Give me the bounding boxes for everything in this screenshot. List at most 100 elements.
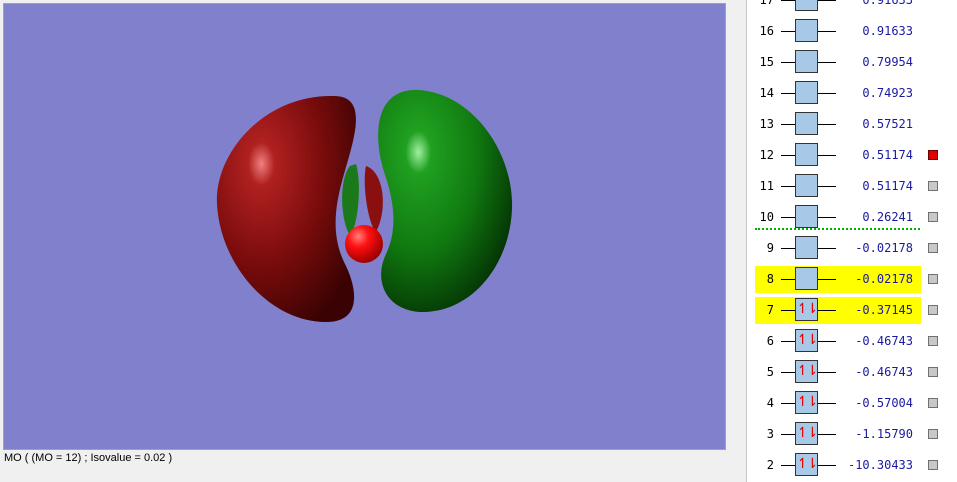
mo-row[interactable]: 12 0.51174 bbox=[747, 141, 957, 172]
green-lobe bbox=[378, 89, 513, 313]
mo-level-line-left bbox=[781, 93, 795, 94]
electron-pair-icon: ↿⇂ bbox=[796, 456, 819, 472]
mo-index: 8 bbox=[766, 272, 774, 286]
mo-select-checkbox[interactable] bbox=[928, 181, 938, 191]
mo-row[interactable]: 11 0.51174 bbox=[747, 172, 957, 203]
mo-select-checkbox[interactable] bbox=[928, 460, 938, 470]
mo-select-checkbox[interactable] bbox=[928, 398, 938, 408]
mo-select-checkbox[interactable] bbox=[928, 336, 938, 346]
mo-energy: -0.37145 bbox=[855, 303, 913, 317]
mo-energy: -0.02178 bbox=[855, 241, 913, 255]
inner-green-lobe bbox=[342, 164, 359, 236]
mo-select-checkbox[interactable] bbox=[928, 243, 938, 253]
mo-energy: 0.74923 bbox=[862, 86, 913, 100]
mo-index: 10 bbox=[759, 210, 774, 224]
mo-energy-panel[interactable]: 17 0.91633 16 0.91633 15 0.79954 14 0.74923 13 0.… bbox=[747, 0, 957, 482]
empty-orbital-box[interactable] bbox=[795, 0, 818, 11]
mo-row[interactable]: 14 0.74923 bbox=[747, 79, 957, 110]
mo-index: 13 bbox=[759, 117, 774, 131]
mo-energy: 0.51174 bbox=[862, 179, 913, 193]
empty-orbital-box[interactable] bbox=[795, 205, 818, 228]
mo-index: 5 bbox=[766, 365, 774, 379]
mo-row[interactable]: 7 ↿⇂ -0.37145 bbox=[747, 296, 957, 327]
mo-level-line-left bbox=[781, 31, 795, 32]
occupied-orbital-box[interactable]: ↿⇂ bbox=[795, 329, 818, 352]
mo-select-checkbox[interactable] bbox=[928, 150, 938, 160]
mo-row[interactable]: 16 0.91633 bbox=[747, 17, 957, 48]
empty-orbital-box[interactable] bbox=[795, 267, 818, 290]
empty-orbital-box[interactable] bbox=[795, 112, 818, 135]
mo-row[interactable]: 15 0.79954 bbox=[747, 48, 957, 79]
empty-orbital-box[interactable] bbox=[795, 50, 818, 73]
mo-energy: -0.46743 bbox=[855, 365, 913, 379]
mo-level-line-left bbox=[781, 372, 795, 373]
mo-energy: 0.91633 bbox=[862, 24, 913, 38]
mo-energy: -0.46743 bbox=[855, 334, 913, 348]
mo-energy: -1.15790 bbox=[855, 427, 913, 441]
mo-level-line-left bbox=[781, 310, 795, 311]
mo-level-line-left bbox=[781, 0, 795, 1]
mo-row[interactable]: 5 ↿⇂ -0.46743 bbox=[747, 358, 957, 389]
mo-index: 4 bbox=[766, 396, 774, 410]
mo-energy: -10.30433 bbox=[847, 458, 913, 472]
electron-pair-icon: ↿⇂ bbox=[796, 332, 819, 348]
mo-energy: 0.57521 bbox=[862, 117, 913, 131]
mo-select-checkbox[interactable] bbox=[928, 429, 938, 439]
mo-index: 9 bbox=[766, 241, 774, 255]
mo-index: 7 bbox=[766, 303, 774, 317]
mo-level-line-left bbox=[781, 465, 795, 466]
orbital-render bbox=[216, 89, 513, 322]
mo-energy: 0.79954 bbox=[862, 55, 913, 69]
mo-level-line-left bbox=[781, 186, 795, 187]
status-text: MO ( (MO = 12) ; Isovalue = 0.02 ) bbox=[4, 452, 173, 464]
occupied-orbital-box[interactable]: ↿⇂ bbox=[795, 453, 818, 476]
oxygen-atom bbox=[345, 225, 383, 263]
mo-row[interactable]: 6 ↿⇂ -0.46743 bbox=[747, 327, 957, 358]
electron-pair-icon: ↿⇂ bbox=[796, 301, 819, 317]
mo-index: 6 bbox=[766, 334, 774, 348]
molecule-viewport[interactable] bbox=[3, 3, 726, 450]
mo-row[interactable]: 8 -0.02178 bbox=[747, 265, 957, 296]
mo-level-line-left bbox=[781, 248, 795, 249]
mo-energy: 0.51174 bbox=[862, 148, 913, 162]
mo-select-checkbox[interactable] bbox=[928, 305, 938, 315]
mo-index: 16 bbox=[759, 24, 774, 38]
mo-index: 2 bbox=[766, 458, 774, 472]
mo-row[interactable]: 3 ↿⇂ -1.15790 bbox=[747, 420, 957, 451]
mo-index: 15 bbox=[759, 55, 774, 69]
inner-red-lobe bbox=[364, 166, 383, 232]
mo-energy: -0.57004 bbox=[855, 396, 913, 410]
mo-level-line-left bbox=[781, 155, 795, 156]
red-lobe bbox=[216, 95, 356, 322]
mo-row[interactable]: 17 0.91633 bbox=[747, 0, 957, 17]
empty-orbital-box[interactable] bbox=[795, 81, 818, 104]
mo-select-checkbox[interactable] bbox=[928, 367, 938, 377]
mo-select-checkbox[interactable] bbox=[928, 274, 938, 284]
mo-energy: -0.02178 bbox=[855, 272, 913, 286]
empty-orbital-box[interactable] bbox=[795, 236, 818, 259]
mo-row[interactable]: 9 -0.02178 bbox=[747, 234, 957, 265]
occupied-orbital-box[interactable]: ↿⇂ bbox=[795, 391, 818, 414]
occupied-orbital-box[interactable]: ↿⇂ bbox=[795, 422, 818, 445]
mo-energy: 0.91633 bbox=[862, 0, 913, 7]
mo-select-checkbox[interactable] bbox=[928, 212, 938, 222]
mo-level-line-left bbox=[781, 279, 795, 280]
mo-level-line-left bbox=[781, 403, 795, 404]
mo-level-line-left bbox=[781, 434, 795, 435]
empty-orbital-box[interactable] bbox=[795, 19, 818, 42]
mo-energy: 0.26241 bbox=[862, 210, 913, 224]
mo-level-line-left bbox=[781, 62, 795, 63]
mo-level-line-left bbox=[781, 124, 795, 125]
mo-row[interactable]: 13 0.57521 bbox=[747, 110, 957, 141]
mo-row[interactable]: 4 ↿⇂ -0.57004 bbox=[747, 389, 957, 420]
mo-index: 11 bbox=[759, 179, 774, 193]
empty-orbital-box[interactable] bbox=[795, 174, 818, 197]
mo-index: 12 bbox=[759, 148, 774, 162]
mo-row[interactable]: 2 ↿⇂ -10.30433 bbox=[747, 451, 957, 482]
occupied-orbital-box[interactable]: ↿⇂ bbox=[795, 360, 818, 383]
occupied-orbital-box[interactable]: ↿⇂ bbox=[795, 298, 818, 321]
status-bar: MO ( (MO = 12) ; Isovalue = 0.02 ) bbox=[4, 452, 172, 464]
mo-index: 17 bbox=[759, 0, 774, 7]
empty-orbital-box[interactable] bbox=[795, 143, 818, 166]
electron-pair-icon: ↿⇂ bbox=[796, 425, 819, 441]
